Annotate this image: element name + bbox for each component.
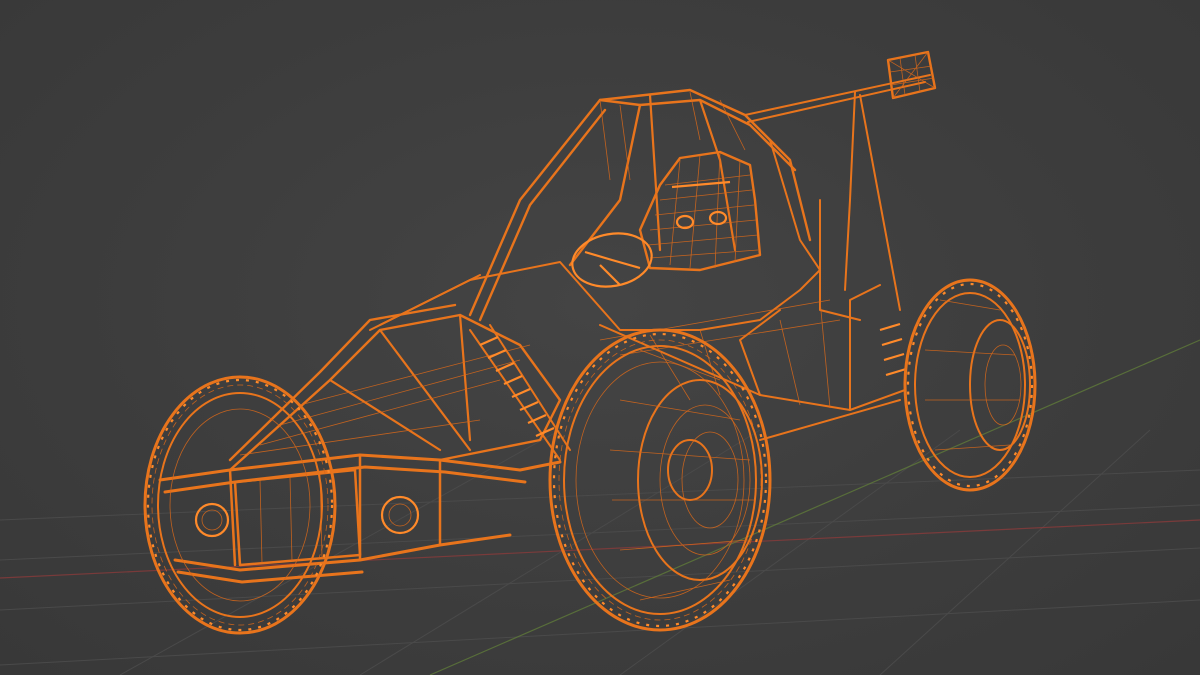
viewport-canvas[interactable] [0,0,1200,675]
x-axis-line [0,519,1200,579]
headlights [194,495,420,538]
body-panels[interactable] [369,261,906,441]
front-bumper[interactable] [158,453,562,584]
roll-cage[interactable] [468,74,931,322]
rear-right-wheel[interactable] [903,278,1037,492]
buggy-model[interactable] [143,50,1037,635]
y-axis-line [429,339,1200,675]
front-right-wheel[interactable] [548,328,772,632]
floor-grid [0,429,1200,675]
3d-viewport[interactable] [0,0,1200,675]
front-left-wheel[interactable] [143,375,337,635]
